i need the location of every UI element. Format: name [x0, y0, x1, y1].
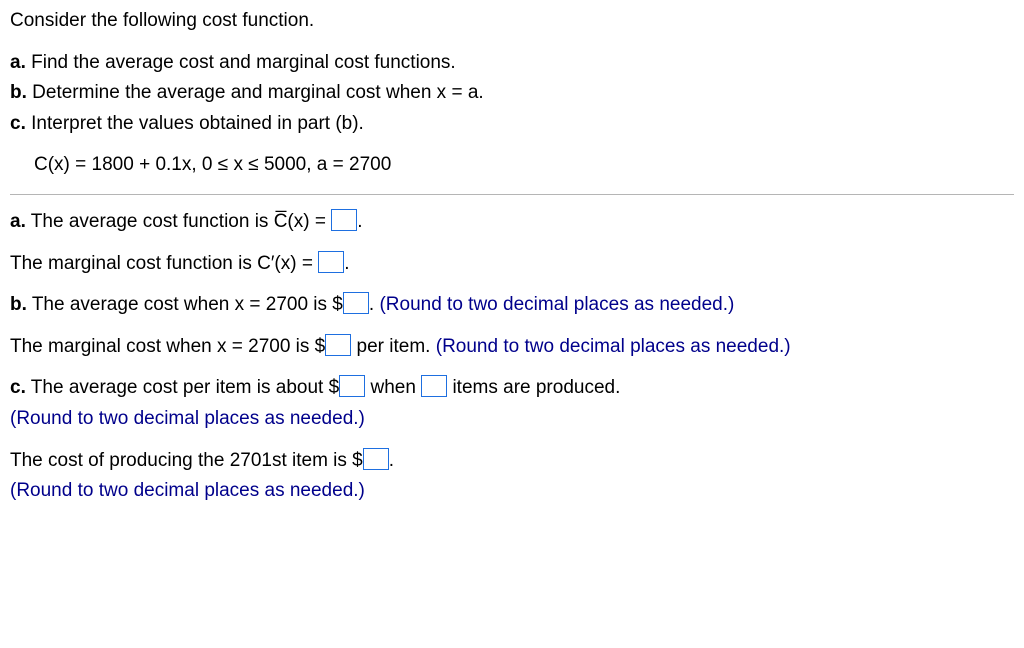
c-next-pre: The cost of producing the 2701st item is…	[10, 450, 363, 471]
intro-text: Consider the following cost function.	[10, 8, 1014, 35]
marg-cost-fn-post: .	[344, 253, 349, 274]
c-avg-cost-input[interactable]	[339, 375, 365, 397]
part-b-desc: Determine the average and marginal cost …	[27, 82, 484, 103]
answer-b-label: b.	[10, 294, 27, 315]
avg-cost-val-post: .	[369, 294, 380, 315]
round-hint-1: (Round to two decimal places as needed.)	[379, 294, 734, 315]
cost-function-equation: C(x) = 1800 + 0.1x, 0 ≤ x ≤ 5000, a = 27…	[10, 152, 1014, 179]
c-avg-pre: The average cost per item is about $	[26, 377, 339, 398]
marg-cost-fn-pre: The marginal cost function is C′(x) =	[10, 253, 318, 274]
section-divider	[10, 194, 1014, 195]
round-hint-3: (Round to two decimal places as needed.)	[10, 408, 365, 429]
round-hint-4: (Round to two decimal places as needed.)	[10, 480, 365, 501]
avg-cost-val-pre: The average cost when x = 2700 is $	[27, 294, 343, 315]
avg-cost-fn-pre: The average cost function is C̅(x) =	[26, 211, 331, 232]
marg-cost-val-input[interactable]	[325, 334, 351, 356]
c-next-item-input[interactable]	[363, 448, 389, 470]
c-avg-post: items are produced.	[447, 377, 620, 398]
part-c-label: c.	[10, 113, 26, 134]
c-next-post: .	[389, 450, 394, 471]
marg-cost-fn-input[interactable]	[318, 251, 344, 273]
part-a-label: a.	[10, 52, 26, 73]
part-c-desc: Interpret the values obtained in part (b…	[26, 113, 364, 134]
c-items-input[interactable]	[421, 375, 447, 397]
c-avg-mid: when	[365, 377, 421, 398]
part-b-label: b.	[10, 82, 27, 103]
marg-cost-val-pre: The marginal cost when x = 2700 is $	[10, 336, 325, 357]
part-a-desc: Find the average cost and marginal cost …	[26, 52, 456, 73]
avg-cost-fn-input[interactable]	[331, 209, 357, 231]
marg-cost-val-mid: per item.	[351, 336, 435, 357]
answer-a-label: a.	[10, 211, 26, 232]
avg-cost-fn-post: .	[357, 211, 362, 232]
avg-cost-val-input[interactable]	[343, 292, 369, 314]
round-hint-2: (Round to two decimal places as needed.)	[436, 336, 791, 357]
answer-c-label: c.	[10, 377, 26, 398]
